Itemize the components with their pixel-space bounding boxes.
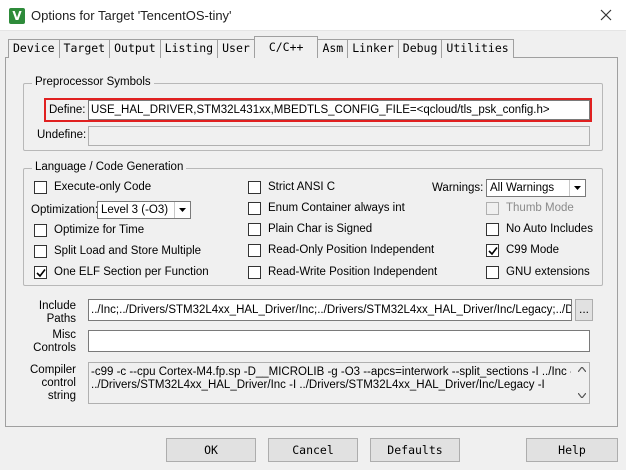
tab-output[interactable]: Output: [109, 39, 161, 58]
title-bar: V Options for Target 'TencentOS-tiny': [0, 0, 626, 31]
gnu-extensions-checkbox[interactable]: GNU extensions: [486, 265, 590, 279]
chevron-down-icon: [179, 208, 186, 212]
warnings-label: Warnings:: [432, 182, 484, 194]
defaults-button[interactable]: Defaults: [370, 438, 460, 462]
enum-container-box[interactable]: [248, 201, 261, 215]
tab-listing[interactable]: Listing: [159, 39, 219, 58]
compiler-string-scrollbar[interactable]: [575, 363, 589, 403]
optimization-dropdown-arrow[interactable]: [174, 202, 190, 218]
strict-ansi-box[interactable]: [248, 180, 261, 194]
ro-pi-checkbox[interactable]: Read-Only Position Independent: [248, 243, 434, 257]
compiler-control-string[interactable]: -c99 -c --cpu Cortex-M4.fp.sp -D__MICROL…: [88, 362, 590, 404]
window-title: Options for Target 'TencentOS-tiny': [31, 8, 232, 23]
warnings-value: All Warnings: [490, 182, 555, 194]
undefine-label: Undefine:: [37, 129, 87, 141]
split-load-checkbox[interactable]: Split Load and Store Multiple: [34, 244, 201, 258]
execute-only-checkbox[interactable]: Execute-only Code: [34, 180, 151, 194]
optimization-select[interactable]: Level 3 (-O3): [97, 201, 191, 219]
keil-uvision-icon: V: [9, 8, 25, 24]
tab-asm[interactable]: Asm: [317, 39, 349, 58]
optimization-label: Optimization:: [31, 204, 99, 216]
chevron-down-icon: [574, 186, 581, 190]
plain-char-checkbox[interactable]: Plain Char is Signed: [248, 222, 372, 236]
chevron-up-icon[interactable]: [578, 367, 586, 372]
warnings-dropdown-arrow[interactable]: [569, 180, 585, 196]
tab-user[interactable]: User: [217, 39, 255, 58]
optimize-time-checkbox[interactable]: Optimize for Time: [34, 223, 144, 237]
compiler-control-label: Compiler control string: [30, 364, 77, 402]
one-elf-checkbox[interactable]: One ELF Section per Function: [34, 265, 209, 279]
include-paths-browse-button[interactable]: ...: [575, 299, 593, 321]
compiler-string-line1: -c99 -c --cpu Cortex-M4.fp.sp -D__MICROL…: [91, 366, 571, 378]
enum-container-checkbox[interactable]: Enum Container always int: [248, 201, 405, 215]
tab-debug[interactable]: Debug: [397, 39, 443, 58]
compiler-string-line2: ../Drivers/STM32L4xx_HAL_Driver/Inc -I .…: [91, 379, 545, 391]
tab-utilities[interactable]: Utilities: [441, 39, 514, 58]
thumb-mode-box[interactable]: [486, 201, 499, 215]
optimize-time-box[interactable]: [34, 223, 47, 237]
include-paths-input[interactable]: ../Inc;../Drivers/STM32L4xx_HAL_Driver/I…: [88, 299, 572, 321]
close-icon: [600, 9, 612, 21]
rw-pi-box[interactable]: [248, 265, 261, 279]
checkmark-icon: [36, 268, 46, 277]
no-auto-includes-box[interactable]: [486, 222, 499, 236]
tab-target[interactable]: Target: [58, 39, 111, 58]
define-highlight-box: [44, 98, 592, 122]
close-button[interactable]: [586, 0, 626, 31]
no-auto-includes-checkbox[interactable]: No Auto Includes: [486, 222, 593, 236]
gnu-extensions-box[interactable]: [486, 265, 499, 279]
help-button[interactable]: Help: [526, 438, 618, 462]
strict-ansi-checkbox[interactable]: Strict ANSI C: [248, 180, 335, 194]
c99-mode-checkbox[interactable]: C99 Mode: [486, 243, 559, 257]
chevron-down-icon[interactable]: [578, 393, 586, 398]
plain-char-box[interactable]: [248, 222, 261, 236]
tab-linker[interactable]: Linker: [347, 39, 399, 58]
execute-only-box[interactable]: [34, 180, 47, 194]
optimization-value: Level 3 (-O3): [101, 204, 169, 216]
thumb-mode-checkbox[interactable]: Thumb Mode: [486, 201, 574, 215]
one-elf-box[interactable]: [34, 265, 47, 279]
misc-controls-input[interactable]: [88, 330, 590, 352]
tab-device[interactable]: Device: [8, 39, 60, 58]
misc-controls-label: Misc Controls: [33, 329, 76, 354]
tab-c-cpp[interactable]: C/C++: [253, 36, 319, 58]
rw-pi-checkbox[interactable]: Read-Write Position Independent: [248, 265, 437, 279]
checkmark-icon: [488, 246, 498, 255]
c99-mode-box[interactable]: [486, 243, 499, 257]
language-group-title: Language / Code Generation: [32, 161, 187, 173]
ro-pi-box[interactable]: [248, 243, 261, 257]
split-load-box[interactable]: [34, 244, 47, 258]
undefine-input[interactable]: [88, 126, 590, 146]
preprocessor-group-title: Preprocessor Symbols: [32, 76, 154, 88]
tab-strip: Device Target Output Listing User C/C++ …: [8, 36, 514, 58]
include-paths-label: Include Paths: [38, 300, 76, 325]
cancel-button[interactable]: Cancel: [268, 438, 358, 462]
ok-button[interactable]: OK: [166, 438, 256, 462]
warnings-select[interactable]: All Warnings: [486, 179, 586, 197]
